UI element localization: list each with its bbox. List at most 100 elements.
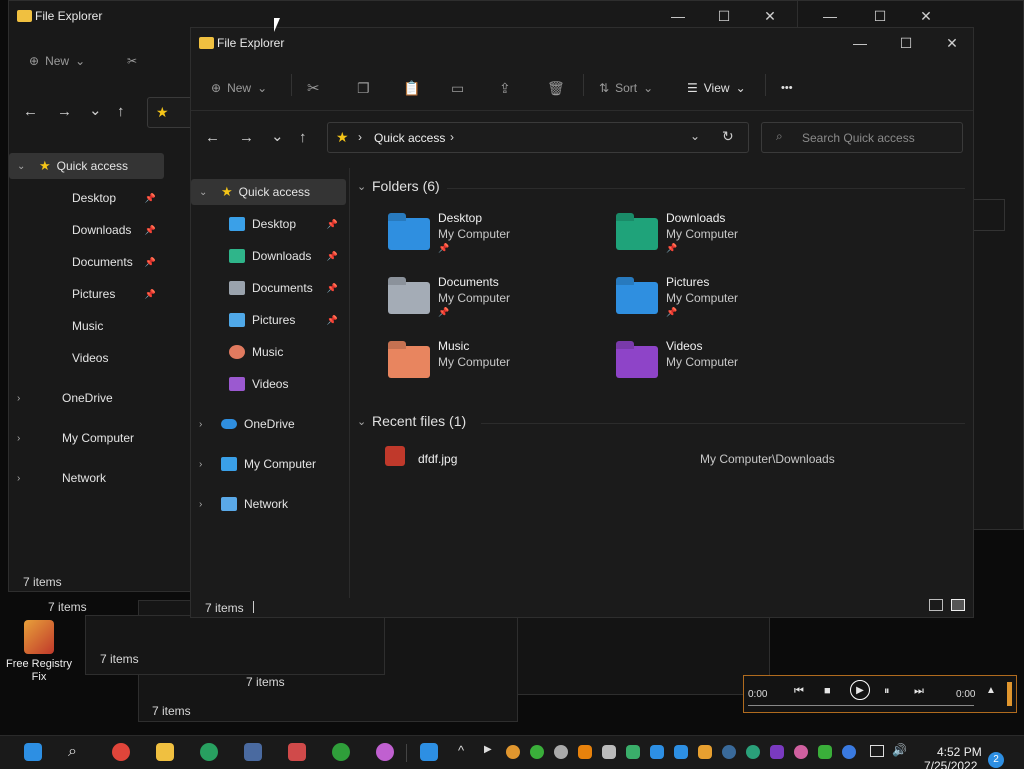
up-arrow-icon[interactable]: ↑ (299, 129, 307, 146)
refresh-icon[interactable]: ↻ (722, 128, 734, 145)
folders-section-header[interactable]: Folders (6) (372, 178, 440, 194)
share-icon[interactable]: ⇪ (499, 76, 511, 100)
stop-icon[interactable]: ■ (824, 685, 831, 697)
maximize-icon[interactable]: ☐ (883, 28, 929, 58)
back-nav-my-computer[interactable]: › My Computer (9, 425, 164, 451)
play-icon[interactable]: ▶ (850, 680, 870, 700)
back-nav-onedrive[interactable]: › OneDrive (9, 385, 164, 411)
address-location[interactable]: Quick access (374, 131, 445, 145)
back-back-arrow-icon[interactable]: ← (23, 103, 38, 120)
back-recent-chevron-icon[interactable]: ⌄ (89, 101, 102, 119)
copy-icon[interactable]: ❐ (357, 76, 370, 100)
color-wheel-app-icon[interactable] (376, 743, 394, 761)
back-nav-videos[interactable]: Videos (9, 345, 164, 371)
vlc-icon[interactable] (578, 745, 592, 759)
volume-icon[interactable]: 🔊 (892, 743, 907, 757)
delete-icon[interactable]: 🗑 (547, 76, 565, 100)
nav-downloads[interactable]: Downloads 📌 (191, 243, 346, 269)
nav-videos[interactable]: Videos (191, 371, 346, 397)
back-nav-music[interactable]: Music (9, 313, 164, 339)
back-nav-network[interactable]: › Network (9, 465, 164, 491)
tray-edge-icon[interactable] (746, 745, 760, 759)
tiles-view-icon[interactable] (951, 599, 965, 611)
tray-recycle-icon[interactable] (818, 745, 832, 759)
chrome-icon[interactable] (112, 743, 130, 761)
back-cut-icon[interactable]: ✂ (127, 49, 137, 73)
back-nav-pictures[interactable]: Pictures 📌 (9, 281, 164, 307)
media-seek-bar[interactable] (748, 705, 974, 706)
nav-documents[interactable]: Documents 📌 (191, 275, 346, 301)
tray-edit-app-icon[interactable] (602, 745, 616, 759)
edge-icon[interactable] (200, 743, 218, 761)
clock-time[interactable]: 4:52 PM (937, 745, 982, 759)
nav-quick-access[interactable]: ⌄ ★ Quick access (191, 179, 346, 205)
tray-green-tile-icon[interactable] (626, 745, 640, 759)
onenote-icon[interactable] (770, 745, 784, 759)
nav-my-computer[interactable]: › My Computer (191, 451, 346, 477)
show-hidden-icons-chevron-icon[interactable]: ^ (458, 743, 464, 758)
new-button[interactable]: ⊕ New ⌄ (211, 76, 267, 100)
cut-icon[interactable]: ✂ (307, 76, 320, 100)
tray-zoom-icon[interactable] (674, 745, 688, 759)
close-icon[interactable]: ✕ (929, 28, 975, 58)
back-nav-desktop[interactable]: Desktop 📌 (9, 185, 164, 211)
network-status-icon[interactable] (870, 745, 884, 757)
recent-collapse-chevron-icon[interactable]: ⌄ (357, 415, 366, 428)
explorer-window-front[interactable]: File Explorer — ☐ ✕ ⊕ New ⌄ ✂ ❐ 📋 ▭ ⇪ 🗑 ⇅ S… (190, 27, 974, 618)
recycle-app-icon[interactable] (332, 743, 350, 761)
tray-s-app-icon[interactable] (554, 745, 568, 759)
nav-onedrive-label: OneDrive (244, 417, 295, 431)
nav-desktop[interactable]: Desktop 📌 (191, 211, 346, 237)
recent-files-section-header[interactable]: Recent files (1) (372, 413, 466, 429)
sort-button[interactable]: ⇅ Sort ⌄ (599, 76, 653, 100)
search-input[interactable]: ⌕ Search Quick access (761, 122, 963, 153)
shield-app-icon[interactable] (244, 743, 262, 761)
photo-app-icon[interactable] (288, 743, 306, 761)
view-button[interactable]: ☰ View ⌄ (687, 76, 746, 100)
file-explorer-taskbar-icon[interactable] (156, 743, 174, 761)
nav-music[interactable]: Music (191, 339, 346, 365)
search-icon[interactable]: ⌕ (68, 743, 86, 761)
free-registry-fix-shortcut[interactable]: Free Registry Fix (4, 620, 74, 684)
back-nav-documents[interactable]: Documents 📌 (9, 249, 164, 275)
tray-orange-tile-icon[interactable] (698, 745, 712, 759)
tray-defender-icon[interactable] (650, 745, 664, 759)
back-nav-quick-access[interactable]: ⌄ ★ Quick access (9, 153, 164, 179)
back-forward-arrow-icon[interactable]: → (57, 103, 72, 120)
tray-arrow-icon[interactable]: ▶ (484, 744, 492, 755)
more-options-icon[interactable]: ••• (781, 76, 793, 100)
nav-pictures[interactable]: Pictures 📌 (191, 307, 346, 333)
media-player-widget[interactable]: 0:00 ⏮ ■ ▶ ⏸ ⏭ 0:00 ▲ (743, 675, 1017, 713)
steam-icon[interactable] (722, 745, 736, 759)
recent-locations-chevron-icon[interactable]: ⌄ (271, 127, 284, 145)
previous-track-icon[interactable]: ⏮ (794, 685, 804, 698)
rename-icon[interactable]: ▭ (451, 76, 464, 100)
pause-icon[interactable]: ⏸ (884, 685, 890, 698)
volume-level-bar[interactable] (1007, 682, 1012, 706)
media-expand-icon[interactable]: ▲ (986, 685, 996, 696)
nav-onedrive[interactable]: › OneDrive (191, 411, 346, 437)
tray-blue-circle-icon[interactable] (842, 745, 856, 759)
next-track-icon[interactable]: ⏭ (914, 685, 924, 698)
forward-arrow-icon[interactable]: → (239, 129, 254, 146)
details-view-icon[interactable] (929, 599, 943, 611)
back-new-button[interactable]: ⊕ New ⌄ (29, 49, 85, 73)
paste-icon[interactable]: 📋 (403, 76, 420, 100)
back-up-arrow-icon[interactable]: ↑ (117, 103, 125, 120)
security-shield-icon[interactable] (420, 743, 438, 761)
tray-colorful-icon[interactable] (794, 745, 808, 759)
back-arrow-icon[interactable]: ← (205, 129, 220, 146)
tray-search-app-icon[interactable] (506, 745, 520, 759)
music-icon (49, 319, 65, 333)
background-window-stack-3[interactable] (85, 615, 385, 675)
front-titlebar[interactable]: File Explorer — ☐ ✕ (191, 28, 973, 58)
windows-start-icon[interactable] (24, 743, 42, 761)
nav-network[interactable]: › Network (191, 491, 346, 517)
folders-collapse-chevron-icon[interactable]: ⌄ (357, 180, 366, 193)
address-bar[interactable]: ★ › Quick access › ⌄ ↻ (327, 122, 749, 153)
minimize-icon[interactable]: — (837, 28, 883, 58)
tray-green-app-icon[interactable] (530, 745, 544, 759)
back-nav-downloads[interactable]: Downloads 📌 (9, 217, 164, 243)
address-history-chevron-icon[interactable]: ⌄ (690, 129, 700, 143)
notification-count-badge[interactable]: 2 (988, 752, 1004, 768)
